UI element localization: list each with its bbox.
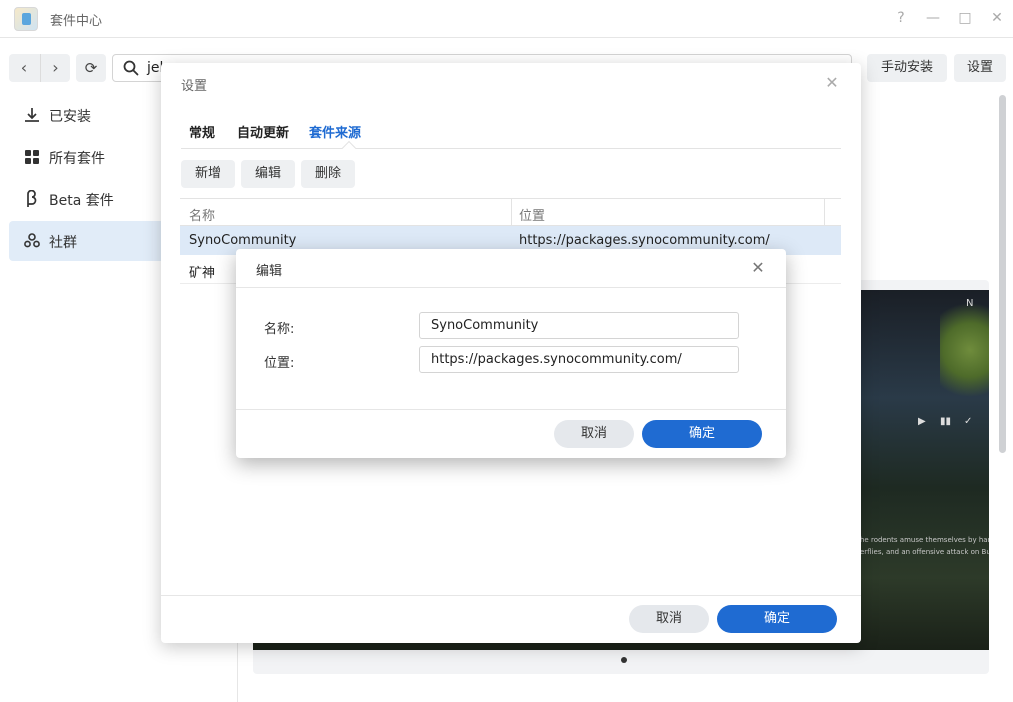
source-name: 矿神 — [189, 266, 216, 281]
settings-ok-button[interactable]: 确定 — [717, 605, 837, 633]
preview-caption: he rodents amuse themselves by harass er… — [860, 534, 989, 558]
window-title: 套件中心 — [50, 14, 103, 29]
community-icon — [24, 233, 40, 248]
corner-icon: N — [966, 298, 974, 309]
active-tab-indicator — [341, 140, 357, 156]
location-label: 位置: — [264, 356, 295, 371]
beta-icon — [27, 190, 37, 207]
caption-line: erflies, and an offensive attack on Bunn — [860, 548, 989, 556]
edit-dialog-title: 编辑 — [256, 264, 283, 279]
manual-install-button[interactable]: 手动安装 — [867, 54, 947, 82]
window-close-icon[interactable]: ✕ — [987, 8, 1007, 28]
tab-package-sources[interactable]: 套件来源 — [309, 122, 361, 141]
settings-dialog-title: 设置 — [181, 79, 208, 94]
settings-cancel-button[interactable]: 取消 — [629, 605, 709, 633]
grid-icon — [25, 150, 39, 164]
help-icon[interactable]: ? — [891, 8, 911, 28]
table-header: 名称 位置 — [180, 198, 841, 226]
check-icon[interactable]: ✓ — [964, 416, 972, 427]
delete-source-button[interactable]: 删除 — [301, 160, 355, 188]
edit-footer-divider — [236, 409, 786, 410]
settings-close-icon[interactable]: ✕ — [822, 73, 842, 93]
tab-auto-update[interactable]: 自动更新 — [237, 122, 289, 141]
column-separator — [511, 199, 512, 226]
package-center-icon — [14, 7, 38, 31]
forward-button[interactable]: › — [40, 54, 70, 82]
window-titlebar: 套件中心 ? — □ ✕ — [0, 0, 1013, 38]
sidebar-item-label: 社群 — [49, 235, 77, 251]
edit-source-button[interactable]: 编辑 — [241, 160, 295, 188]
source-name: SynoCommunity — [189, 233, 297, 248]
history-nav: ‹ › — [9, 54, 70, 82]
edit-source-dialog: 编辑 ✕ 名称: 位置: 取消 确定 — [236, 249, 786, 458]
location-field[interactable] — [419, 346, 739, 373]
carousel-dot[interactable] — [621, 657, 627, 663]
edit-header-divider — [236, 287, 786, 288]
search-icon — [123, 60, 139, 76]
sidebar-item-label: Beta 套件 — [49, 193, 114, 209]
source-location: https://packages.synocommunity.com/ — [519, 233, 770, 248]
scrollbar[interactable] — [999, 95, 1006, 453]
pause-icon[interactable]: ▮▮ — [940, 416, 951, 427]
maximize-icon[interactable]: □ — [955, 8, 975, 28]
settings-tabs: 常规 自动更新 套件来源 — [181, 110, 841, 156]
edit-cancel-button[interactable]: 取消 — [554, 420, 634, 448]
caption-line: he rodents amuse themselves by harass — [860, 536, 989, 544]
sidebar-item-label: 所有套件 — [49, 151, 105, 167]
add-source-button[interactable]: 新增 — [181, 160, 235, 188]
preview-foliage — [940, 290, 989, 400]
play-icon[interactable]: ▶ — [918, 416, 926, 427]
settings-footer-divider — [161, 595, 861, 596]
name-label: 名称: — [264, 322, 295, 337]
sidebar-item-label: 已安装 — [49, 109, 91, 125]
minimize-icon[interactable]: — — [923, 8, 943, 28]
download-icon — [25, 108, 39, 122]
edit-close-icon[interactable]: ✕ — [748, 258, 768, 278]
refresh-button[interactable]: ⟳ — [76, 54, 106, 82]
settings-button[interactable]: 设置 — [954, 54, 1006, 82]
edit-ok-button[interactable]: 确定 — [642, 420, 762, 448]
column-location-header[interactable]: 位置 — [519, 205, 545, 224]
name-field[interactable] — [419, 312, 739, 339]
column-separator — [824, 199, 825, 226]
column-name-header[interactable]: 名称 — [189, 205, 215, 224]
back-button[interactable]: ‹ — [9, 54, 39, 82]
tab-general[interactable]: 常规 — [189, 122, 215, 141]
